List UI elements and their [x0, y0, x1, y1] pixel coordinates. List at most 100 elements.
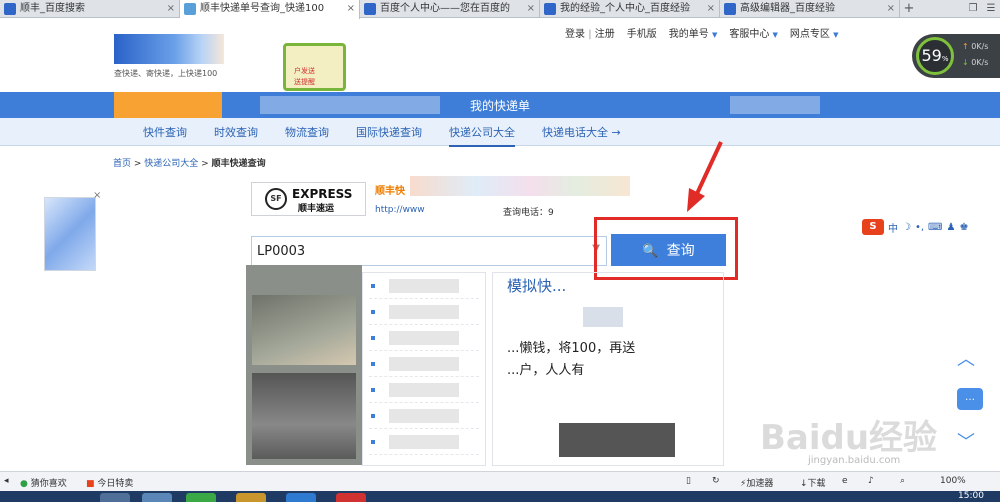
list-item[interactable]: [369, 377, 479, 403]
ie-icon[interactable]: e: [842, 476, 848, 486]
gift-icon: ■: [86, 479, 95, 489]
chevron-up-icon[interactable]: ︿: [957, 345, 975, 371]
list-item[interactable]: [369, 429, 479, 455]
promo-card[interactable]: 模拟快... ...懒钱，将100，再送 ...户，人人有: [492, 272, 724, 466]
logo-cn: 顺丰速运: [298, 204, 335, 214]
network-speed-widget[interactable]: 59% ↑ 0K/s ↓ 0K/s: [912, 34, 1000, 78]
mobile-link[interactable]: 手机版: [627, 25, 657, 40]
kuaidi100-logo[interactable]: [114, 34, 224, 64]
tab-my-experience[interactable]: 我的经验_个人中心_百度经验 ×: [540, 0, 720, 18]
result-link-list: [362, 272, 486, 466]
new-tab-button[interactable]: +: [900, 0, 918, 17]
baidu-paw-icon: [724, 3, 736, 15]
ime-item[interactable]: ♟: [946, 222, 955, 233]
clock: 15:00: [958, 491, 984, 501]
logo-tagline: 查快递、寄快递，上快递100: [114, 69, 218, 78]
ime-item[interactable]: ⌨: [928, 222, 942, 233]
baidu-paw-icon: [4, 3, 16, 15]
refresh-icon[interactable]: ↻: [712, 476, 720, 486]
close-icon[interactable]: ×: [167, 0, 175, 17]
nav-phone-directory[interactable]: 快递电话大全 →: [542, 124, 621, 147]
scroll-left-icon[interactable]: ◂: [4, 476, 9, 486]
taskbar-app[interactable]: [336, 493, 366, 502]
nav-company-directory[interactable]: 快递公司大全: [449, 124, 515, 147]
download-button[interactable]: ↓下载: [800, 476, 826, 489]
nav-international-query[interactable]: 国际快递查询: [356, 124, 422, 147]
ime-item[interactable]: 中: [888, 220, 898, 235]
close-icon[interactable]: ×: [707, 0, 715, 17]
close-icon[interactable]: ×: [527, 0, 535, 17]
close-icon[interactable]: ×: [93, 190, 101, 201]
taskbar-app[interactable]: [186, 493, 216, 502]
zoom-icon[interactable]: ⌕: [900, 476, 905, 486]
card-line: ...懒钱，将100，再送: [507, 341, 636, 356]
promo-banner[interactable]: 户发送 送提醒: [283, 43, 346, 91]
nav-parcel-query[interactable]: 快件查询: [143, 124, 187, 147]
nav-logistics-query[interactable]: 物流查询: [285, 124, 329, 147]
tab-sf-baidu-search[interactable]: 顺丰_百度搜索 ×: [0, 0, 180, 18]
tab-baidu-profile[interactable]: 百度个人中心——您在百度的 ×: [360, 0, 540, 18]
chevron-down-icon: ▼: [711, 31, 718, 39]
speaker-icon[interactable]: ♪: [868, 476, 874, 486]
main-nav: 快件查询 时效查询 物流查询 国际快递查询 快递公司大全 快递电话大全 →: [143, 124, 648, 147]
phone-icon[interactable]: ▯: [686, 476, 691, 486]
company-url[interactable]: http://www: [375, 205, 425, 215]
restore-icon[interactable]: ❐: [964, 0, 982, 17]
highlight-box: [594, 217, 738, 280]
my-number-menu[interactable]: 我的单号 ▼: [669, 25, 718, 40]
list-item[interactable]: [369, 299, 479, 325]
upload-speed: ↑ 0K/s: [962, 42, 989, 51]
list-item[interactable]: [369, 273, 479, 299]
chevron-down-icon[interactable]: ﹀: [957, 428, 975, 454]
daily-deals-link[interactable]: ■ 今日特卖: [86, 476, 133, 489]
windows-taskbar: 15:00: [0, 491, 1000, 502]
ime-item[interactable]: ☽: [902, 222, 911, 233]
watermark-url: jingyan.baidu.com: [808, 455, 901, 466]
result-thumbnail: [246, 265, 362, 465]
login-link[interactable]: 登录: [565, 29, 585, 40]
company-name: 顺丰快: [375, 186, 405, 197]
baidu-watermark: Baidu经验: [760, 418, 938, 458]
breadcrumb: 首页 > 快递公司大全 > 顺丰快递查询: [113, 159, 266, 169]
list-item[interactable]: [369, 403, 479, 429]
globe-icon: ●: [20, 479, 28, 489]
tab-title: 我的经验_个人中心_百度经验: [560, 3, 690, 14]
list-item[interactable]: [369, 351, 479, 377]
annotation-arrow-icon: [687, 141, 723, 212]
zoom-level[interactable]: 100%: [940, 476, 966, 486]
card-button[interactable]: [559, 423, 675, 457]
blurred-region: [252, 295, 356, 365]
tab-kuaidi100[interactable]: 顺丰快递单号查询_快递100 ×: [180, 0, 360, 19]
chat-icon[interactable]: …: [957, 388, 983, 410]
guess-like-link[interactable]: ● 猜你喜欢: [20, 476, 67, 489]
ime-toolbar[interactable]: S 中 ☽ •, ⌨ ♟ ♚: [862, 217, 1000, 237]
list-item[interactable]: [369, 325, 479, 351]
menu-icon[interactable]: ☰: [982, 0, 1000, 17]
taskbar-app[interactable]: [236, 493, 266, 502]
register-link[interactable]: 注册: [595, 29, 615, 40]
blurred-region: [730, 96, 820, 114]
taskbar-app[interactable]: [100, 493, 130, 502]
promo-line: 送提醒: [294, 78, 315, 86]
tab-advanced-editor[interactable]: 高级编辑器_百度经验 ×: [720, 0, 900, 18]
close-icon[interactable]: ×: [347, 0, 355, 17]
service-menu[interactable]: 客服中心 ▼: [729, 25, 778, 40]
ime-item[interactable]: ♚: [959, 222, 968, 233]
taskbar-app[interactable]: [142, 493, 172, 502]
close-icon[interactable]: ×: [887, 0, 895, 17]
outlets-menu[interactable]: 网点专区 ▼: [790, 25, 839, 40]
tracking-number-field: ▼: [251, 236, 607, 266]
tracking-number-input[interactable]: [252, 237, 572, 265]
accelerator-button[interactable]: ⚡加速器: [740, 476, 773, 489]
taskbar-app[interactable]: [286, 493, 316, 502]
card-line: ...户，人人有: [507, 363, 585, 378]
qr-code-ad[interactable]: [44, 197, 96, 271]
breadcrumb-home[interactable]: 首页: [113, 159, 131, 169]
blurred-region: [260, 96, 440, 114]
logo-en: EXPRESS: [292, 187, 353, 201]
breadcrumb-companies[interactable]: 快递公司大全: [144, 159, 198, 169]
baidu-paw-icon: [364, 3, 376, 15]
nav-timeliness-query[interactable]: 时效查询: [214, 124, 258, 147]
top-links: 登录 | 注册 手机版 我的单号 ▼ 客服中心 ▼ 网点专区 ▼: [565, 25, 838, 40]
ime-item[interactable]: •,: [915, 222, 924, 233]
